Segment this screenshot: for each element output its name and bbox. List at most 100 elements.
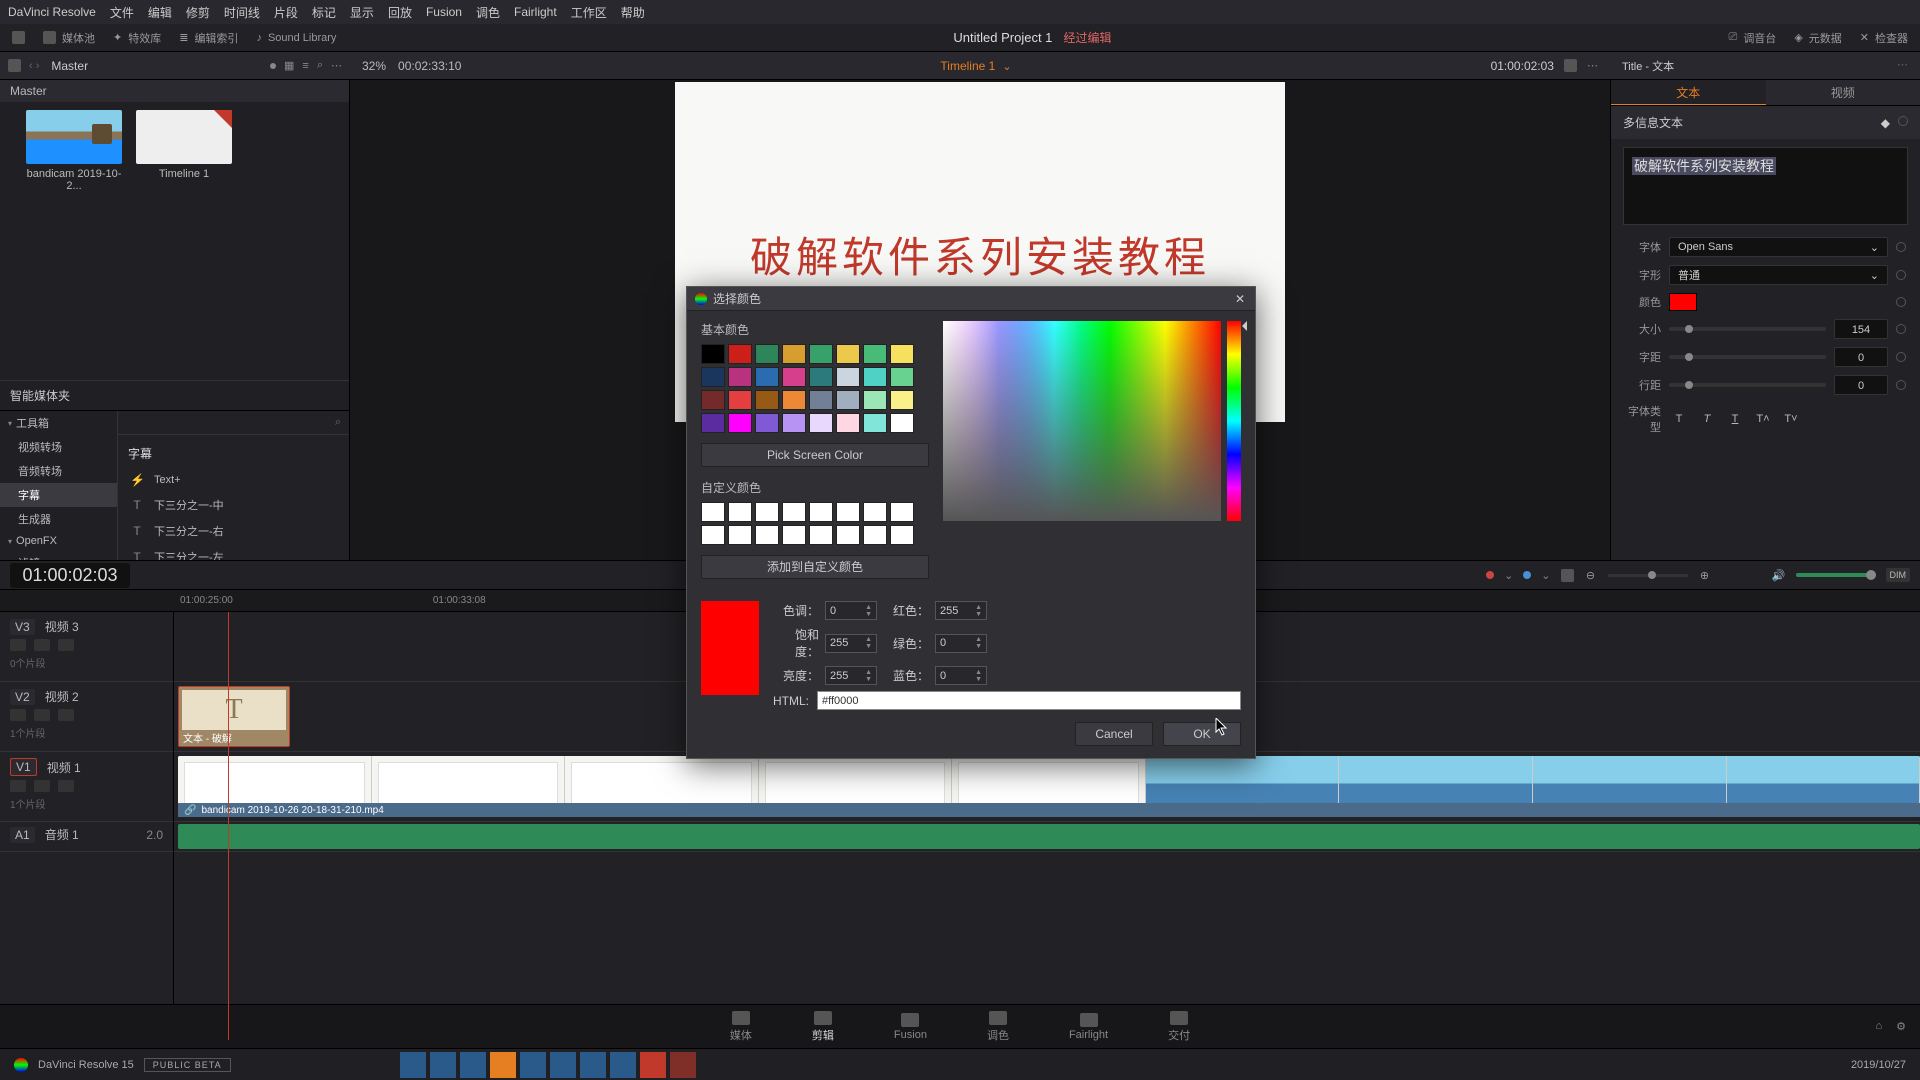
reset-icon[interactable] [1896,380,1906,390]
fx-item[interactable]: T下三分之一-中 [118,492,349,518]
color-swatch[interactable] [1669,293,1697,311]
tree-generators[interactable]: 生成器 [0,507,117,531]
search-icon[interactable]: ⌕ [335,416,341,429]
custom-color-grid[interactable] [701,502,929,545]
track-header-v2[interactable]: V2视频 2 1个片段 [0,682,173,752]
close-button[interactable]: ✕ [1233,292,1247,306]
reset-icon[interactable] [1896,352,1906,362]
timeline-name[interactable]: Timeline 1 [940,59,995,73]
face-dropdown[interactable]: 普通⌄ [1669,265,1888,285]
style-normal-icon[interactable]: T [1669,413,1689,425]
bin-breadcrumb[interactable]: Master [51,59,88,73]
menu-clip[interactable]: 片段 [274,4,298,21]
green-input[interactable]: 0▲▼ [935,634,987,653]
add-custom-color-button[interactable]: 添加到自定义颜色 [701,555,929,579]
basic-color-swatch[interactable] [809,367,833,387]
size-slider[interactable] [1669,327,1826,331]
menu-fusion[interactable]: Fusion [426,5,462,19]
tracking-value[interactable]: 0 [1834,347,1888,367]
basic-color-swatch[interactable] [755,367,779,387]
tree-video-trans[interactable]: 视频转场 [0,435,117,459]
page-media[interactable]: 媒体 [730,1011,752,1043]
basic-color-swatch[interactable] [836,367,860,387]
basic-color-swatch[interactable] [728,413,752,433]
blue-input[interactable]: 0▲▼ [935,666,987,685]
html-hex-input[interactable] [817,691,1241,710]
mixer-toggle[interactable]: ⎚调音台 [1729,30,1777,46]
menu-file[interactable]: 文件 [110,4,134,21]
hue-input[interactable]: 0▲▼ [825,601,877,620]
toggle-icon[interactable] [58,639,74,651]
basic-color-swatch[interactable] [836,390,860,410]
effects-lib-toggle[interactable]: ✦特效库 [113,30,161,46]
lock-icon[interactable] [10,639,26,651]
sound-library-toggle[interactable]: ♪Sound Library [256,32,336,44]
red-input[interactable]: 255▲▼ [935,601,987,620]
speaker-icon[interactable]: 🔊 [1772,568,1786,582]
val-input[interactable]: 255▲▼ [825,666,877,685]
basic-color-swatch[interactable] [728,367,752,387]
smart-bins-label[interactable]: 智能媒体夹 [0,380,349,410]
reset-icon[interactable] [1896,297,1906,307]
page-fusion[interactable]: Fusion [894,1013,927,1041]
basic-color-swatch[interactable] [755,344,779,364]
slider-handle[interactable] [270,63,276,69]
more-icon[interactable]: ⋯ [331,59,342,72]
menu-trim[interactable]: 修剪 [186,4,210,21]
home-icon[interactable]: ⌂ [1875,1020,1882,1033]
grid-view-icon[interactable]: ▦ [284,59,294,72]
basic-color-swatch[interactable] [863,344,887,364]
inspector-tab-video[interactable]: 视频 [1766,80,1920,105]
basic-color-swatch[interactable] [809,344,833,364]
track-header-v1[interactable]: V1视频 1 1个片段 [0,752,173,822]
timeline-thumb[interactable]: Timeline 1 [136,110,232,192]
menu-mark[interactable]: 标记 [312,4,336,21]
basic-color-swatch[interactable] [728,344,752,364]
tree-titles[interactable]: 字幕 [0,483,117,507]
style-underline-icon[interactable]: T [1725,413,1745,425]
audio-clip[interactable] [178,824,1920,849]
basic-color-swatch[interactable] [890,344,914,364]
font-dropdown[interactable]: Open Sans⌄ [1669,237,1888,257]
tree-toolbox[interactable]: ▾工具箱 [0,411,117,435]
basic-color-swatch[interactable] [809,390,833,410]
basic-color-swatch[interactable] [701,344,725,364]
video-clip[interactable]: 🔗bandicam 2019-10-26 20-18-31-210.mp4 [178,756,1920,817]
zoom-slider[interactable] [1608,574,1688,577]
sat-val-field[interactable] [943,321,1221,521]
basic-color-swatch[interactable] [836,344,860,364]
reset-icon[interactable] [1896,324,1906,334]
snap-indicator[interactable] [1523,571,1531,579]
menu-timeline[interactable]: 时间线 [224,4,260,21]
menu-workspace[interactable]: 工作区 [571,4,607,21]
hue-slider[interactable] [1227,321,1241,521]
media-pool-toggle[interactable]: 媒体池 [43,30,95,46]
page-deliver[interactable]: 交付 [1168,1011,1190,1043]
metadata-toggle[interactable]: ◈元数据 [1794,30,1841,46]
tree-audio-trans[interactable]: 音频转场 [0,459,117,483]
page-edit[interactable]: 剪辑 [812,1011,834,1043]
basic-color-swatch[interactable] [782,344,806,364]
volume-slider[interactable] [1796,573,1876,577]
menu-help[interactable]: 帮助 [621,4,645,21]
leading-value[interactable]: 0 [1834,375,1888,395]
menu-playback[interactable]: 回放 [388,4,412,21]
leading-slider[interactable] [1669,383,1826,387]
basic-color-grid[interactable] [701,344,929,433]
layout-icon[interactable] [1561,569,1574,582]
sat-input[interactable]: 255▲▼ [825,634,877,653]
rec-indicator[interactable] [1486,571,1494,579]
title-clip[interactable]: T 文本 - 破解 [178,686,290,747]
basic-color-swatch[interactable] [782,413,806,433]
size-value[interactable]: 154 [1834,319,1888,339]
basic-color-swatch[interactable] [836,413,860,433]
viewer-opt-icon[interactable] [1564,59,1577,72]
track-header-a1[interactable]: A1音频 12.0 [0,822,173,852]
bin-view-icon[interactable] [8,59,21,72]
title-text-input[interactable]: 破解软件系列安装教程 [1623,147,1908,225]
chevron-down-icon[interactable]: ⌄ [1002,61,1011,73]
keyframe-icon[interactable]: ◆ [1881,116,1890,130]
basic-color-swatch[interactable] [809,413,833,433]
zoom-out-icon[interactable]: ⊖ [1584,568,1598,582]
menu-edit[interactable]: 编辑 [148,4,172,21]
